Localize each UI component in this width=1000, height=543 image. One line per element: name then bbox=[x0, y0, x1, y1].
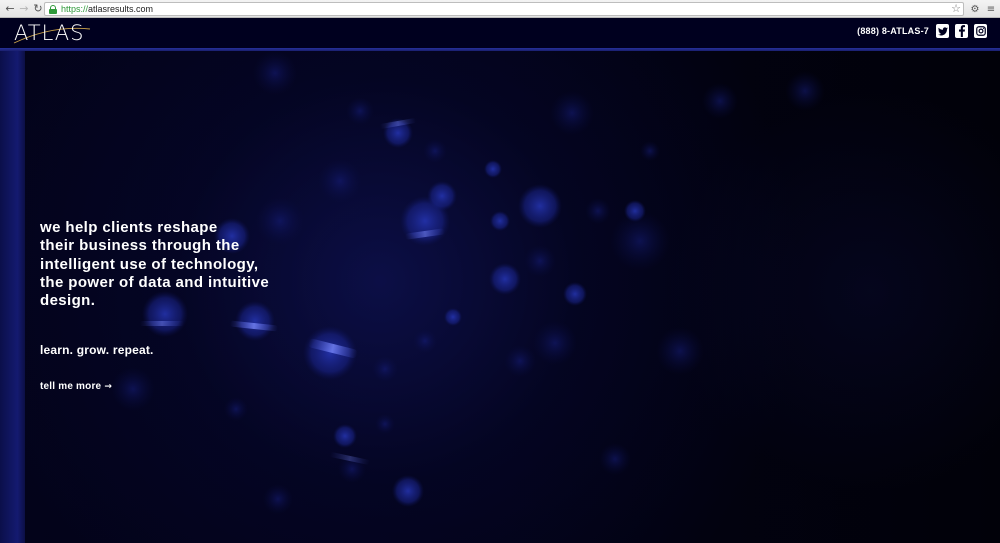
forward-button[interactable]: → bbox=[17, 1, 31, 17]
lock-icon bbox=[49, 4, 57, 14]
hero-tagline: we help clients reshape their business t… bbox=[40, 219, 300, 310]
extension-icon[interactable]: ⚙ bbox=[968, 2, 982, 16]
url-text: https://atlasresults.com bbox=[61, 4, 154, 14]
phone-number[interactable]: (888) 8-ATLAS-7 bbox=[857, 25, 929, 37]
facebook-icon[interactable] bbox=[955, 24, 968, 38]
hero-motto: learn. grow. repeat. bbox=[40, 343, 154, 357]
menu-icon[interactable]: ≡ bbox=[984, 2, 998, 16]
tagline-line: we help clients reshape bbox=[40, 219, 218, 236]
tell-me-more-link[interactable]: tell me more → bbox=[40, 381, 112, 392]
tagline-line: their business through the bbox=[40, 237, 240, 255]
twitter-icon[interactable] bbox=[936, 24, 949, 38]
left-edge-strip bbox=[0, 51, 25, 543]
arrow-right-icon: → bbox=[104, 381, 113, 392]
cta-label: tell me more bbox=[40, 381, 102, 392]
tagline-line: intelligent use of technology, bbox=[40, 255, 259, 273]
back-button[interactable]: ← bbox=[3, 1, 17, 17]
tagline-line: design. bbox=[40, 292, 96, 310]
instagram-icon[interactable] bbox=[974, 24, 987, 38]
atlas-logo[interactable]: ATLAS bbox=[14, 22, 84, 44]
tagline-line: the power of data and intuitive bbox=[40, 273, 270, 291]
address-bar[interactable]: https://atlasresults.com ☆ bbox=[44, 2, 964, 16]
reload-button[interactable]: ↻ bbox=[31, 1, 45, 17]
browser-toolbar: ← → ↻ https://atlasresults.com ☆ ⚙ ≡ bbox=[0, 0, 1000, 18]
bookmark-star-icon[interactable]: ☆ bbox=[951, 3, 961, 15]
site-header bbox=[0, 18, 1000, 48]
